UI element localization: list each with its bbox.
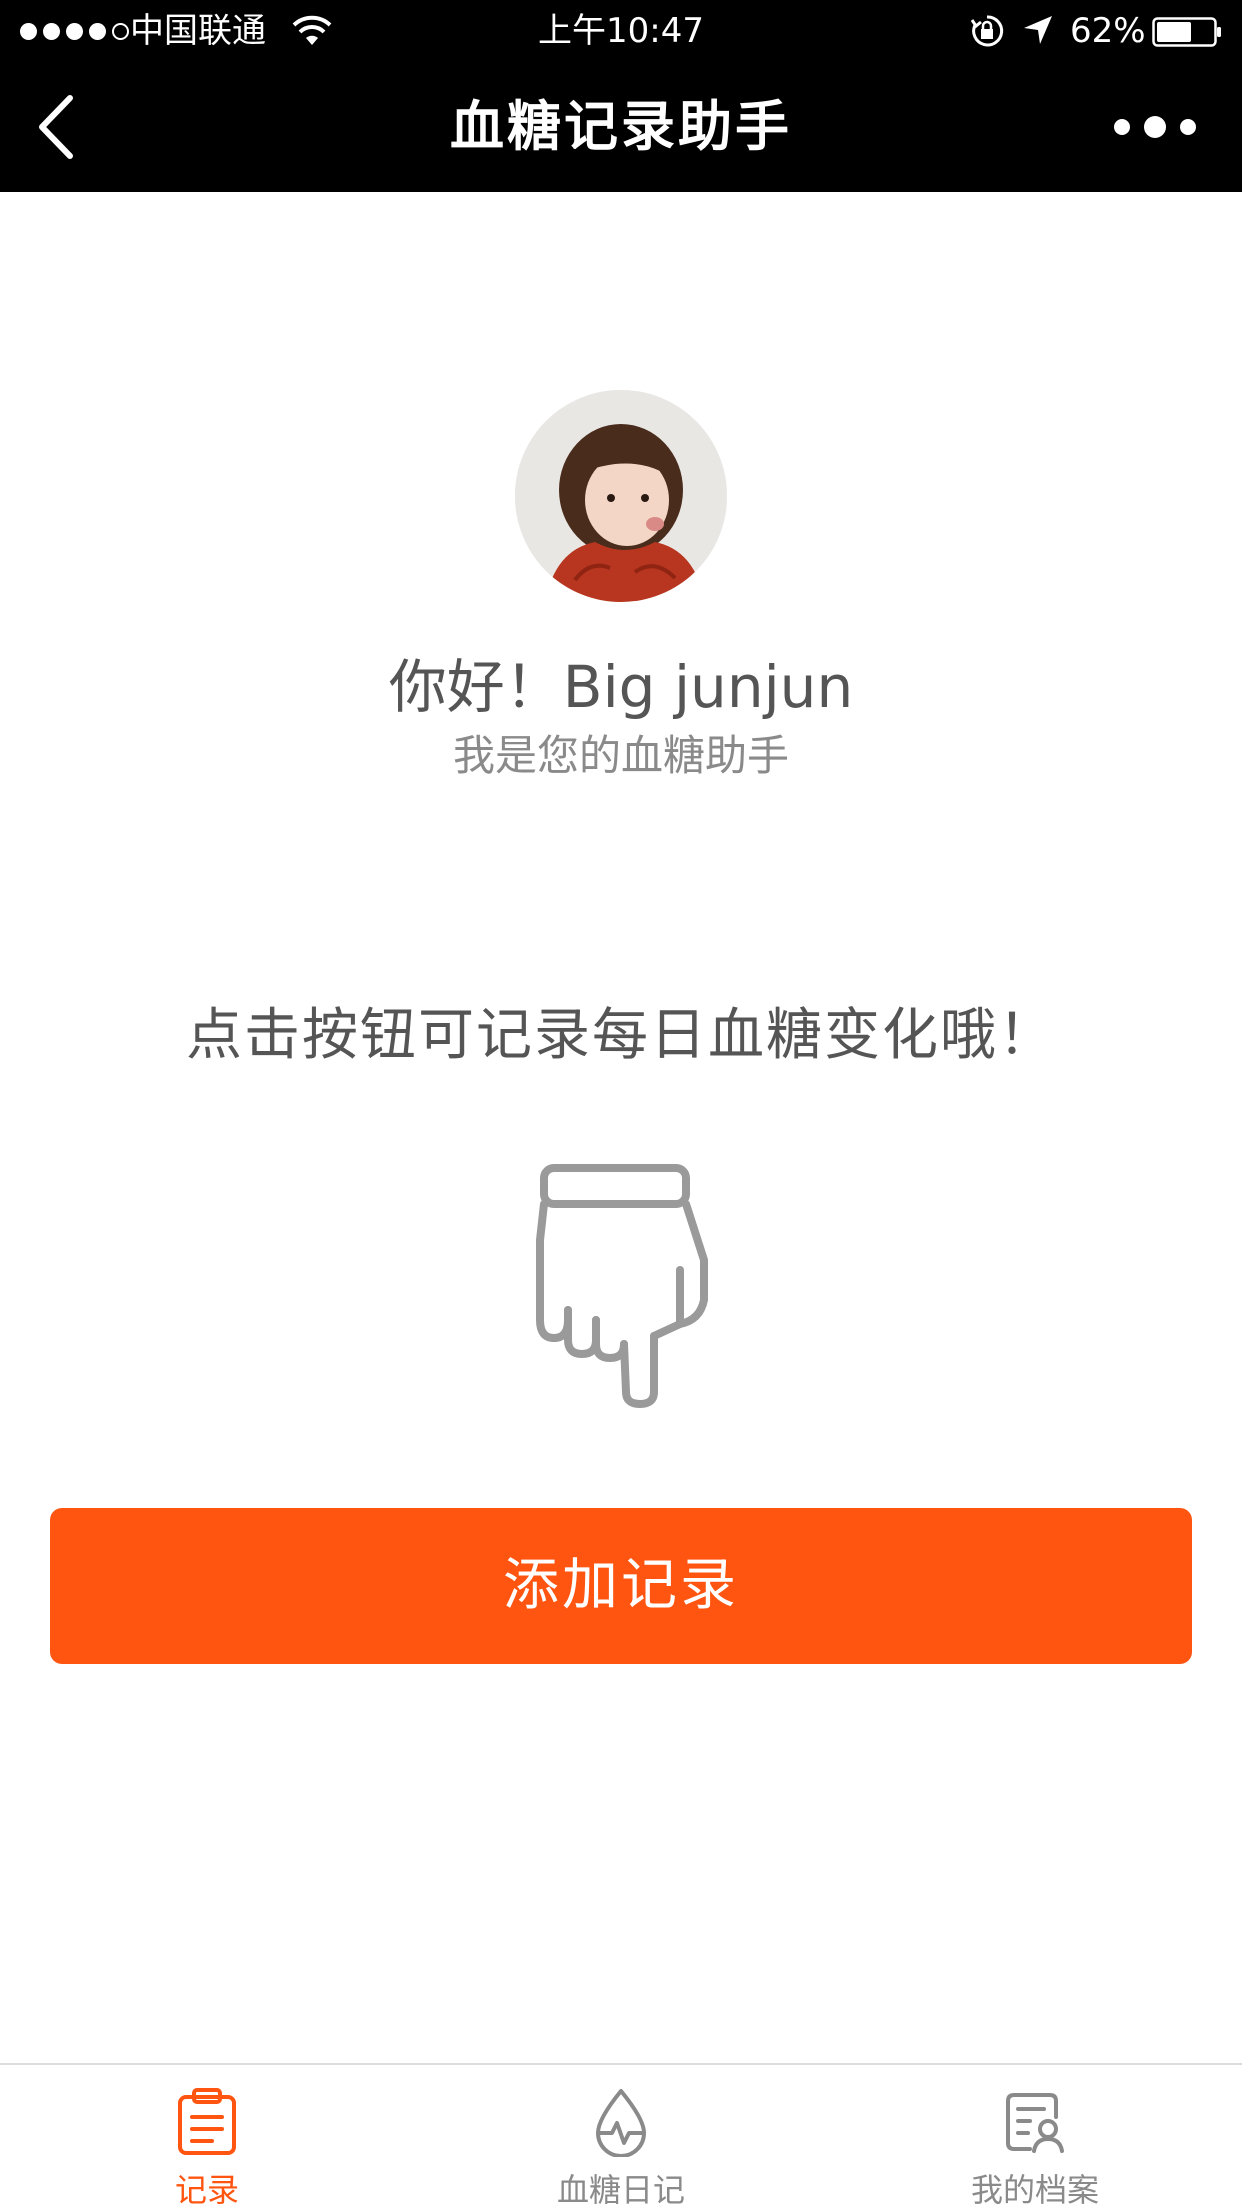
rotation-lock-icon [970,15,1004,47]
more-options-icon[interactable] [1110,107,1200,147]
navigation-bar: 血糖记录助手 [0,62,1242,192]
pointing-hand-icon [536,1164,708,1408]
instruction-text: 点击按钮可记录每日血糖变化哦！ [186,1003,1056,1068]
status-bar: 中国联通 上午10:47 62% [0,0,1242,62]
tab-bar: 记录 血糖日记 我的档案 [0,2063,1242,2208]
profile-card-icon [1006,2093,1064,2153]
clipboard-icon [178,2088,236,2155]
avatar [515,390,727,602]
greeting-text: 你好！Big junjun [388,653,854,721]
blood-drop-icon [596,2089,646,2157]
location-arrow-icon [1024,16,1052,44]
tab-glucose-diary[interactable]: 血糖日记 [414,2065,828,2208]
tab-records[interactable]: 记录 [0,2065,414,2208]
page-title: 血糖记录助手 [450,95,792,158]
assistant-subtitle: 我是您的血糖助手 [452,731,789,780]
status-time: 上午10:47 [538,11,704,51]
tab-label-my-profile: 我的档案 [970,2171,1099,2208]
battery-icon [1152,17,1221,47]
tab-label-records: 记录 [174,2171,239,2208]
tab-label-glucose-diary: 血糖日记 [556,2171,685,2208]
app-screen: 中国联通 上午10:47 62% 血糖记录助手 你好！Big junjun 我是… [0,0,1242,2208]
tab-my-profile[interactable]: 我的档案 [828,2065,1242,2208]
battery-percentage: 62% [1070,11,1146,51]
add-record-button[interactable]: 添加记录 [50,1508,1192,1664]
